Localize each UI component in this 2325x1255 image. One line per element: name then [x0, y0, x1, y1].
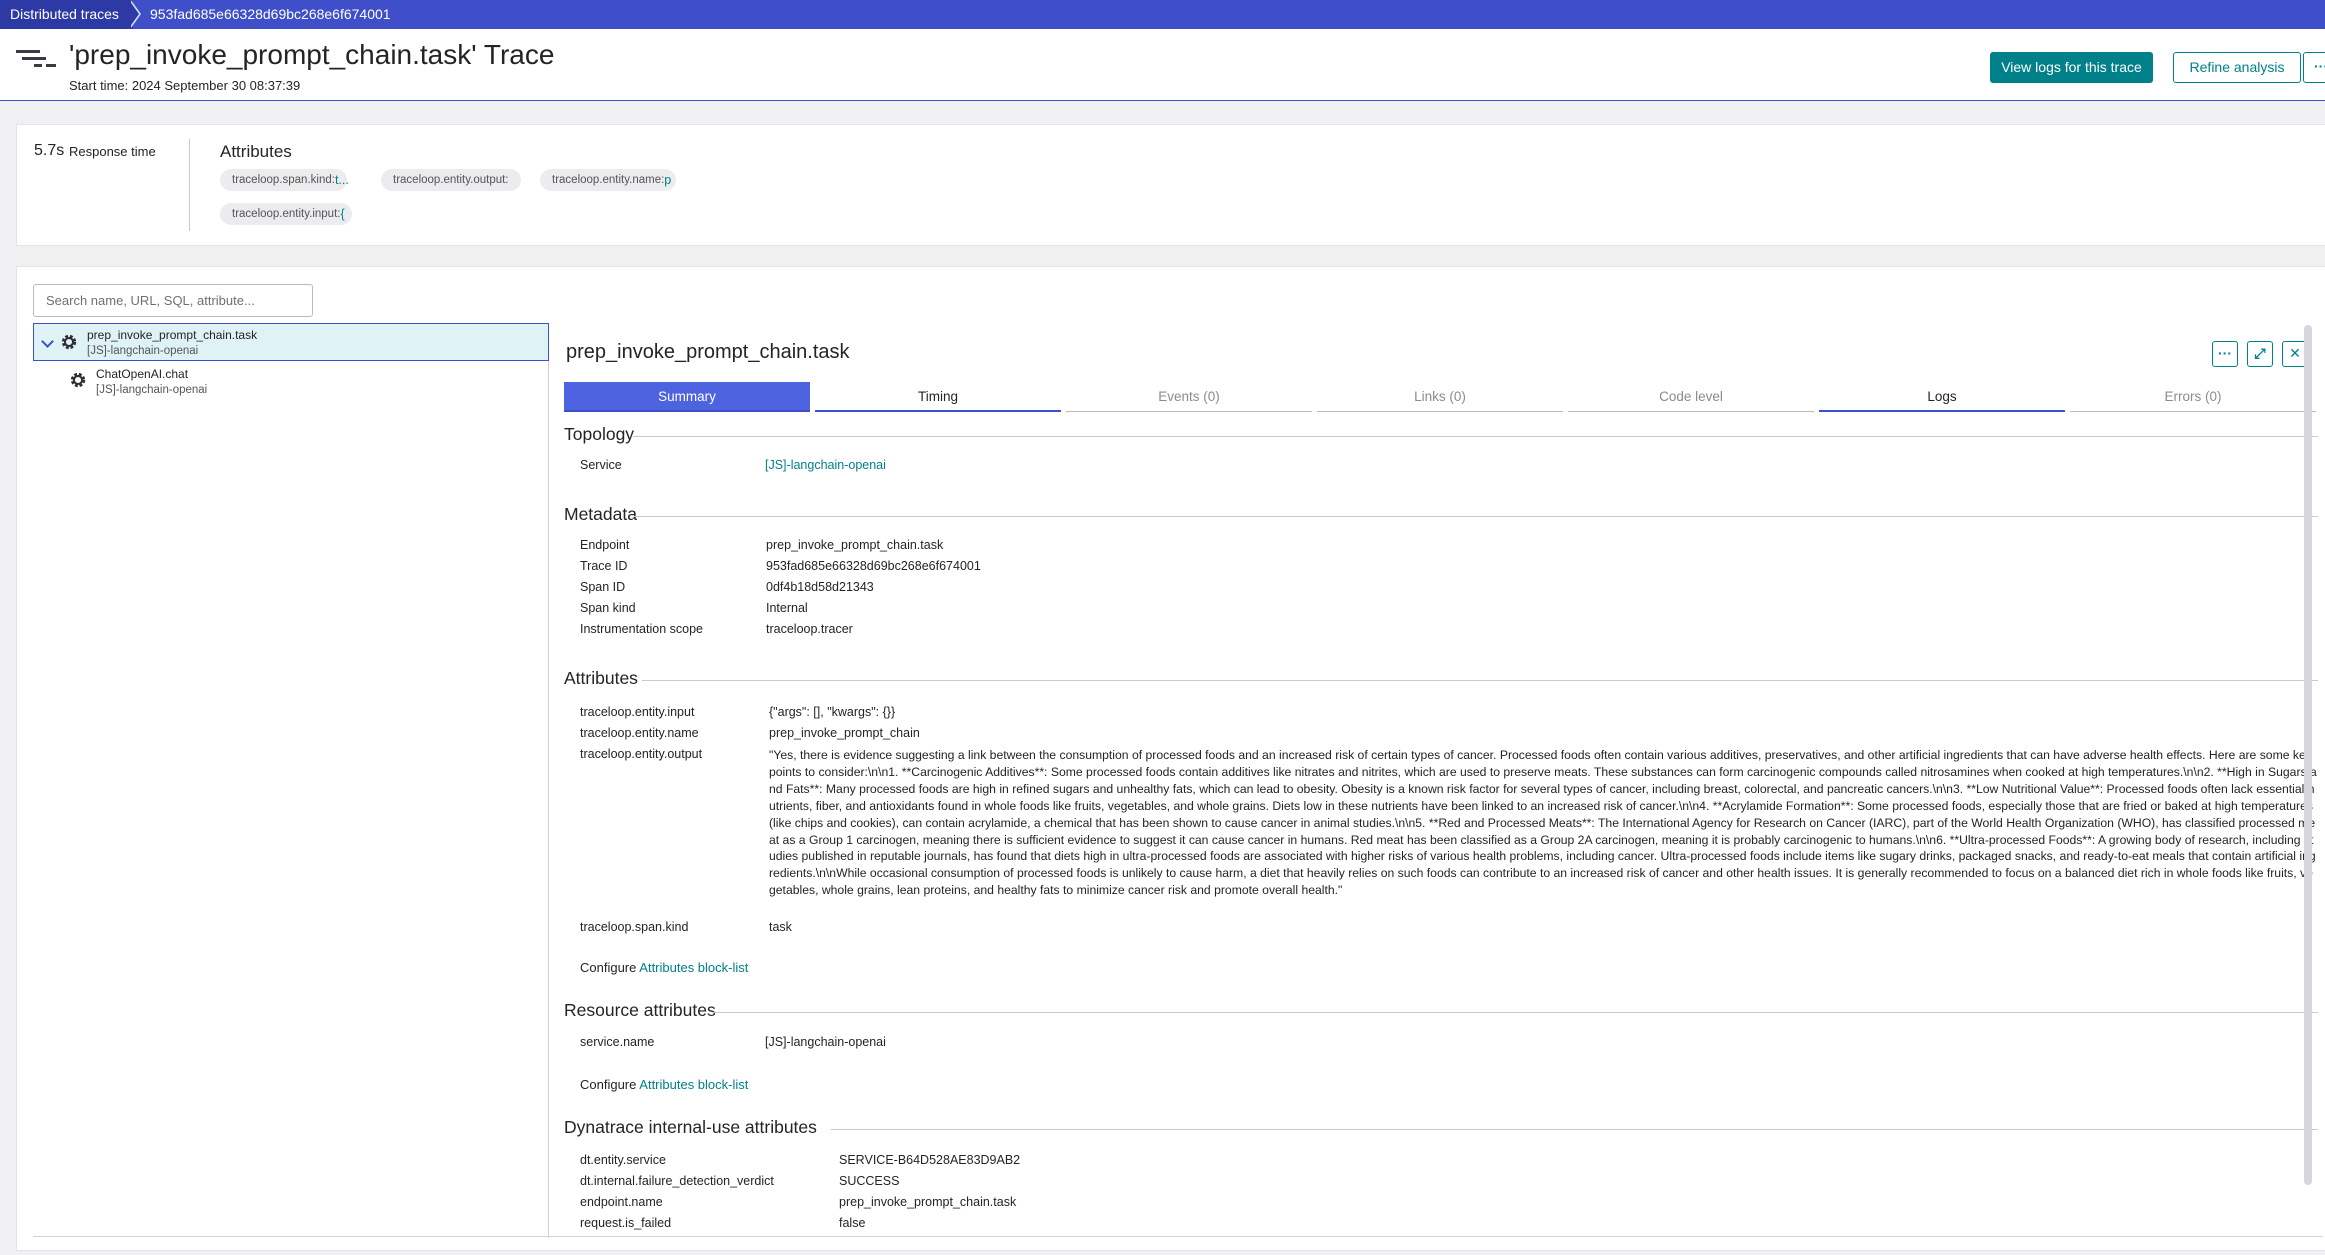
metadata-key: Endpoint — [580, 538, 630, 552]
chevron-down-icon[interactable] — [41, 335, 54, 348]
expand-icon[interactable]: ⤢ — [2247, 341, 2273, 367]
internal-value: SUCCESS — [839, 1174, 900, 1188]
internal-key: dt.entity.service — [580, 1153, 666, 1167]
breadcrumb: Distributed traces 953fad685e66328d69bc2… — [0, 0, 2325, 29]
detail-title: prep_invoke_prompt_chain.task — [566, 341, 850, 363]
metadata-value: prep_invoke_prompt_chain.task — [766, 538, 944, 552]
attribute-key: traceloop.span.kind — [580, 920, 689, 934]
tab-links[interactable]: Links (0) — [1317, 382, 1563, 412]
section-internal-title: Dynatrace internal-use attributes — [564, 1117, 817, 1137]
start-time: Start time: 2024 September 30 08:37:39 — [69, 78, 301, 93]
configure-blocklist: Configure Attributes block-list — [580, 960, 748, 975]
span-tree: prep_invoke_prompt_chain.task [JS]-langc… — [33, 323, 549, 1238]
internal-value: prep_invoke_prompt_chain.task — [839, 1195, 1017, 1209]
section-rule — [713, 1012, 2318, 1013]
tab-summary[interactable]: Summary — [564, 382, 810, 412]
metadata-key: Instrumentation scope — [580, 622, 703, 636]
detail-more-button[interactable]: ··· — [2212, 341, 2238, 367]
configure-label: Configure — [580, 960, 637, 975]
internal-key: dt.internal.failure_detection_verdict — [580, 1174, 774, 1188]
resource-key: service.name — [580, 1035, 655, 1049]
attribute-key: traceloop.entity.name — [580, 726, 699, 740]
gear-icon — [61, 334, 77, 350]
main-panel: Search name, URL, SQL, attribute... prep… — [16, 266, 2325, 1251]
tab-logs[interactable]: Logs — [1819, 382, 2065, 412]
configure-blocklist: Configure Attributes block-list — [580, 1077, 748, 1092]
tree-item[interactable]: ChatOpenAI.chat [JS]-langchain-openai — [33, 363, 549, 401]
attributes-blocklist-link[interactable]: Attributes block-list — [639, 1077, 748, 1092]
internal-value: SERVICE-B64D528AE83D9AB2 — [839, 1153, 1021, 1167]
chip-key: traceloop.entity.name: — [552, 174, 665, 186]
breadcrumb-separator-fill — [129, 0, 139, 28]
chip-value: t... — [334, 173, 349, 187]
attribute-value: task — [769, 920, 792, 934]
attribute-value: {"args": [], "kwargs": {}} — [769, 705, 896, 719]
gear-icon — [70, 372, 86, 388]
metadata-value: 953fad685e66328d69bc268e6f674001 — [766, 559, 981, 573]
metadata-key: Span ID — [580, 580, 626, 594]
tab-events[interactable]: Events (0) — [1066, 382, 1312, 412]
attribute-chip[interactable]: traceloop.entity.output: — [381, 169, 521, 191]
internal-key: endpoint.name — [580, 1195, 663, 1209]
internal-value: false — [839, 1216, 866, 1230]
attribute-output-value: "Yes, there is evidence suggesting a lin… — [769, 748, 2317, 898]
section-rule — [831, 1129, 2318, 1130]
search-input[interactable]: Search name, URL, SQL, attribute... — [33, 284, 313, 317]
span-detail: prep_invoke_prompt_chain.task ··· ⤢ ✕ Su… — [550, 323, 2320, 1238]
trace-icon — [16, 50, 56, 67]
detail-scrollbar[interactable] — [2304, 325, 2312, 1185]
view-logs-button[interactable]: View logs for this trace — [1990, 52, 2153, 83]
metadata-value: 0df4b18d58d21343 — [766, 580, 874, 594]
metadata-value: Internal — [766, 601, 808, 615]
metadata-key: Trace ID — [580, 559, 628, 573]
attribute-key: traceloop.entity.output — [580, 747, 703, 761]
section-resource-title: Resource attributes — [564, 1000, 716, 1020]
resource-value: [JS]-langchain-openai — [765, 1035, 886, 1049]
attributes-title: Attributes — [220, 142, 292, 161]
refine-analysis-button[interactable]: Refine analysis — [2173, 52, 2301, 83]
configure-label: Configure — [580, 1077, 637, 1092]
page-header: 'prep_invoke_prompt_chain.task' Trace St… — [0, 29, 2325, 101]
attributes-blocklist-link[interactable]: Attributes block-list — [639, 960, 748, 975]
metadata-value: traceloop.tracer — [766, 622, 853, 636]
topology-service-key: Service — [580, 458, 622, 472]
chip-value: { — [340, 207, 345, 221]
tree-item-service: [JS]-langchain-openai — [87, 345, 199, 357]
chip-key: traceloop.entity.input: — [232, 208, 341, 220]
breadcrumb-distributed-traces[interactable]: Distributed traces — [0, 0, 133, 29]
topology-service-link[interactable]: [JS]-langchain-openai — [765, 458, 886, 472]
section-rule — [634, 516, 2318, 517]
response-time-value: 5.7s — [34, 142, 65, 159]
tree-item-name: prep_invoke_prompt_chain.task — [87, 328, 258, 342]
chip-key: traceloop.span.kind: — [232, 174, 335, 186]
bottom-divider — [33, 1236, 2323, 1237]
tree-item-selected[interactable]: prep_invoke_prompt_chain.task [JS]-langc… — [33, 323, 549, 361]
tree-item-service: [JS]-langchain-openai — [96, 384, 208, 396]
breadcrumb-trace-id: 953fad685e66328d69bc268e6f674001 — [150, 6, 391, 22]
chip-key: traceloop.entity.output: — [393, 174, 509, 186]
section-topology-title: Topology — [564, 424, 635, 444]
summary-divider — [189, 139, 190, 231]
chip-value: p — [664, 173, 672, 187]
summary-card: 5.7s Response time Attributes traceloop.… — [16, 124, 2325, 246]
tab-errors[interactable]: Errors (0) — [2070, 382, 2316, 412]
attribute-chip[interactable]: traceloop.entity.input: { — [220, 203, 353, 225]
section-rule — [633, 436, 2318, 437]
section-attributes-title: Attributes — [564, 668, 638, 688]
attribute-key: traceloop.entity.input — [580, 705, 695, 719]
response-time-label: Response time — [69, 144, 156, 159]
internal-key: request.is_failed — [580, 1216, 672, 1230]
attribute-chip[interactable]: traceloop.span.kind: t... — [220, 169, 349, 191]
attribute-chip[interactable]: traceloop.entity.name: p — [540, 169, 677, 191]
page-title: 'prep_invoke_prompt_chain.task' Trace — [69, 39, 555, 70]
header-more-button[interactable]: ··· — [2303, 52, 2325, 83]
section-metadata-title: Metadata — [564, 504, 637, 524]
section-rule — [642, 680, 2318, 681]
tree-item-name: ChatOpenAI.chat — [96, 367, 189, 381]
metadata-key: Span kind — [580, 601, 636, 615]
attribute-value: prep_invoke_prompt_chain — [769, 726, 920, 740]
detail-tabs: Summary Timing Events (0) Links (0) Code… — [564, 382, 2318, 412]
tab-timing[interactable]: Timing — [815, 382, 1061, 412]
tab-code-level[interactable]: Code level — [1568, 382, 1814, 412]
